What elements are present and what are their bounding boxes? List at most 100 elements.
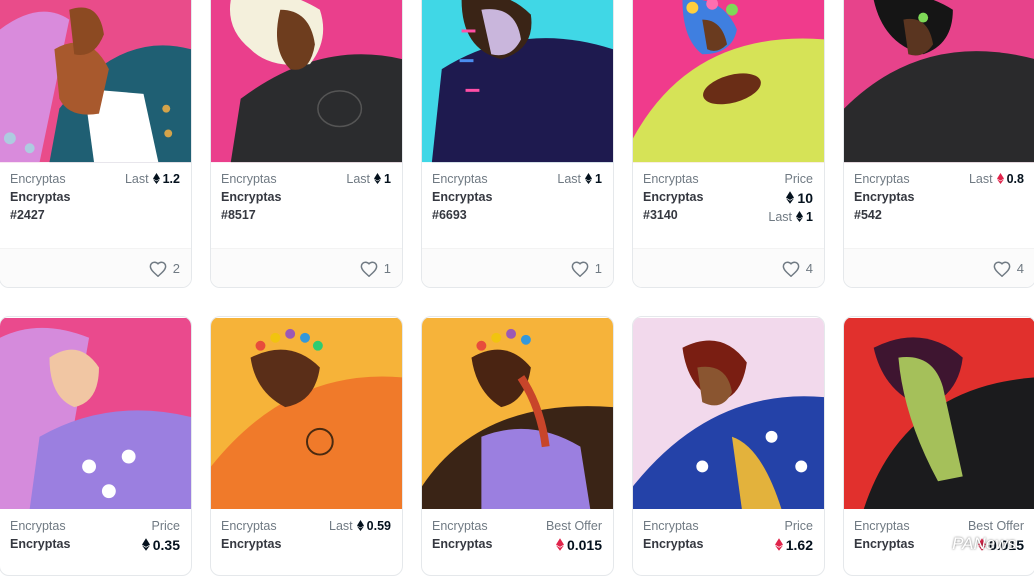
- token-number: #542: [854, 208, 882, 222]
- nft-card[interactable]: Encryptas Encryptas #8517 Last 1 1: [210, 0, 403, 288]
- eth-icon: [374, 173, 382, 184]
- nft-artwork-image[interactable]: [844, 0, 1034, 163]
- nft-card[interactable]: Encryptas Encryptas #2427 Last 1.2 2: [0, 0, 192, 288]
- token-number: #2427: [10, 208, 45, 222]
- eth-icon: [141, 538, 150, 551]
- heart-icon[interactable]: [571, 261, 589, 278]
- token-number: #8517: [221, 208, 256, 222]
- weth-icon: [996, 173, 1004, 184]
- price-block: Last 1: [557, 172, 602, 186]
- collection-name[interactable]: Encryptas: [221, 519, 277, 533]
- heart-icon[interactable]: [993, 261, 1011, 278]
- eth-icon: [152, 173, 160, 184]
- price-value: 0.015: [566, 537, 602, 553]
- watermark: PANews: [952, 534, 1016, 553]
- nft-artwork-image[interactable]: [422, 317, 613, 510]
- nft-name[interactable]: Encryptas: [432, 537, 492, 551]
- nft-name[interactable]: Encryptas: [221, 190, 281, 204]
- weth-icon: [774, 538, 783, 551]
- favorite-button[interactable]: 1: [571, 261, 602, 278]
- nft-artwork-image[interactable]: [0, 317, 191, 510]
- favorite-button[interactable]: 4: [993, 261, 1024, 278]
- like-count: 4: [805, 261, 813, 276]
- collection-name[interactable]: Encryptas: [10, 172, 66, 186]
- collection-name[interactable]: Encryptas: [854, 172, 910, 186]
- nft-card[interactable]: Encryptas Encryptas #6693 Last 1 1: [421, 0, 614, 288]
- nft-name[interactable]: Encryptas: [221, 537, 281, 551]
- price-label: Best Offer: [967, 519, 1024, 533]
- nft-artwork-image[interactable]: [633, 0, 824, 163]
- price-value-block: 0.35: [138, 537, 180, 553]
- favorite-button[interactable]: 1: [360, 261, 391, 278]
- nft-artwork-image[interactable]: [422, 0, 613, 163]
- weth-icon: [555, 538, 564, 551]
- nft-card[interactable]: Encryptas Encryptas Price 0.35: [0, 316, 192, 576]
- nft-card[interactable]: Encryptas Encryptas #542 Last 0.8 4: [843, 0, 1034, 288]
- like-count: 1: [383, 261, 391, 276]
- favorite-button[interactable]: 2: [149, 261, 180, 278]
- collection-name[interactable]: Encryptas: [432, 172, 488, 186]
- collection-name[interactable]: Encryptas: [432, 519, 488, 533]
- price-label: Price: [151, 519, 180, 533]
- price-value: 1.62: [785, 537, 813, 553]
- price-value: 1: [384, 172, 391, 186]
- nft-name[interactable]: Encryptas: [10, 537, 70, 551]
- price-value-block: 1.62: [771, 537, 813, 553]
- heart-icon[interactable]: [782, 261, 800, 278]
- nft-name[interactable]: Encryptas: [643, 190, 703, 204]
- price-label: Last: [557, 172, 582, 186]
- nft-card[interactable]: Encryptas Encryptas Last 0.59: [210, 316, 403, 576]
- price-block: Last 0.59: [329, 519, 391, 533]
- eth-icon: [796, 211, 804, 222]
- price-label: Price: [784, 172, 813, 186]
- nft-name[interactable]: Encryptas: [854, 190, 914, 204]
- collection-name[interactable]: Encryptas: [854, 519, 910, 533]
- nft-artwork-image[interactable]: [844, 317, 1034, 510]
- price-value: 10: [797, 190, 813, 206]
- collection-name[interactable]: Encryptas: [221, 172, 277, 186]
- price-block: Last 1.2: [125, 172, 180, 186]
- heart-icon[interactable]: [360, 261, 378, 278]
- price-label: Last: [124, 172, 149, 186]
- eth-icon: [585, 173, 593, 184]
- last-sale-label: Last: [768, 210, 793, 224]
- price-label: Last: [329, 519, 353, 533]
- collection-name[interactable]: Encryptas: [643, 172, 699, 186]
- nft-artwork-image[interactable]: [633, 317, 824, 510]
- heart-icon[interactable]: [149, 261, 167, 278]
- like-count: 4: [1016, 261, 1024, 276]
- price-value: 0.35: [152, 537, 180, 553]
- collection-name[interactable]: Encryptas: [643, 519, 699, 533]
- price-label: Price: [784, 519, 813, 533]
- price-value: 1: [595, 172, 602, 186]
- token-number: #6693: [432, 208, 467, 222]
- nft-name[interactable]: Encryptas: [432, 190, 492, 204]
- nft-name[interactable]: Encryptas: [643, 537, 703, 551]
- price-label: Last: [346, 172, 371, 186]
- last-sale-block: Last 1: [768, 210, 813, 224]
- price-label: Last: [968, 172, 993, 186]
- price-block: Last 0.8: [969, 172, 1024, 186]
- like-count: 1: [594, 261, 602, 276]
- eth-icon: [786, 191, 795, 204]
- token-number: #3140: [643, 208, 678, 222]
- favorite-button[interactable]: 4: [782, 261, 813, 278]
- nft-artwork-image[interactable]: [211, 317, 402, 510]
- collection-name[interactable]: Encryptas: [10, 519, 66, 533]
- nft-artwork-image[interactable]: [211, 0, 402, 163]
- nft-card[interactable]: Encryptas Encryptas Price 1.62: [632, 316, 825, 576]
- nft-artwork-image[interactable]: [0, 0, 191, 163]
- nft-card[interactable]: Encryptas Encryptas #3140 Price 10 Last 1…: [632, 0, 825, 288]
- price-value-block: 10: [782, 190, 813, 206]
- price-label: Best Offer: [545, 519, 602, 533]
- price-value: 0.59: [366, 519, 391, 533]
- nft-name[interactable]: Encryptas: [10, 190, 70, 204]
- price-value-block: 0.015: [552, 537, 602, 553]
- last-sale-value: 1: [806, 210, 813, 224]
- nft-name[interactable]: Encryptas: [854, 537, 914, 551]
- price-value: 0.8: [1006, 172, 1024, 186]
- price-block: Last 1: [346, 172, 391, 186]
- price-value: 1.2: [162, 172, 180, 186]
- like-count: 2: [172, 261, 180, 276]
- nft-card[interactable]: Encryptas Encryptas Best Offer 0.015: [421, 316, 614, 576]
